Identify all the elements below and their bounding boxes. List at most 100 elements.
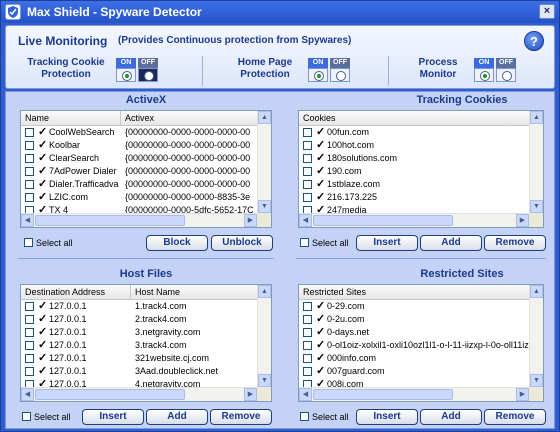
row-checkbox[interactable] <box>25 367 34 376</box>
list-item[interactable]: ✓Dialer.Trafficadvance {00000000-0000-000… <box>21 178 257 191</box>
column-name[interactable]: Name <box>21 111 121 126</box>
tracking-cookie-off-toggle[interactable]: OFF <box>138 58 158 82</box>
scroll-up-icon[interactable]: ▲ <box>258 285 271 298</box>
checkbox[interactable] <box>24 238 33 247</box>
restricted-select-all[interactable]: Select all <box>300 412 349 422</box>
row-checkbox[interactable] <box>303 180 312 189</box>
vertical-scrollbar[interactable]: ▲ ▼ <box>257 285 271 387</box>
list-item[interactable]: ✓ 000info.com <box>299 352 529 365</box>
horizontal-scrollbar[interactable]: ◀ ▶ <box>299 213 529 227</box>
list-item[interactable]: ✓ 008i.com <box>299 378 529 387</box>
list-item[interactable]: ✓ 7AdPower Dialer {00000000-0000-0000-0000… <box>21 165 257 178</box>
home-page-off-toggle[interactable]: OFF <box>330 58 350 82</box>
scroll-down-icon[interactable]: ▼ <box>258 200 271 213</box>
restricted-remove-button[interactable]: Remove <box>484 409 546 425</box>
block-button[interactable]: Block <box>146 235 208 251</box>
row-checkbox[interactable] <box>25 328 34 337</box>
scroll-thumb[interactable] <box>313 389 453 400</box>
scroll-down-icon[interactable]: ▼ <box>530 374 543 387</box>
scroll-right-icon[interactable]: ▶ <box>244 214 257 227</box>
list-item[interactable]: ✓ 100hot.com <box>299 139 529 152</box>
column-activex[interactable]: Activex <box>121 111 261 126</box>
row-checkbox[interactable] <box>303 302 312 311</box>
row-checkbox[interactable] <box>303 154 312 163</box>
column-destination[interactable]: Destination Address <box>21 285 131 300</box>
restricted-list[interactable]: Restricted Sites ✓ 0-29.com ✓ 0-2u.com ✓ 0-da… <box>298 284 544 402</box>
row-checkbox[interactable] <box>25 341 34 350</box>
list-item[interactable]: ✓ LZIC.com {00000000-0000-0000-8835-3e <box>21 191 257 204</box>
column-restricted[interactable]: Restricted Sites <box>299 285 531 300</box>
row-checkbox[interactable] <box>25 315 34 324</box>
row-checkbox[interactable] <box>303 341 312 350</box>
list-item[interactable]: ✓ ClearSearch {00000000-0000-0000-0000-00 <box>21 152 257 165</box>
cookies-select-all[interactable]: Select all <box>300 238 349 248</box>
list-item[interactable]: ✓ 127.0.0.1 3.track4.com <box>21 339 257 352</box>
row-checkbox[interactable] <box>25 354 34 363</box>
scroll-right-icon[interactable]: ▶ <box>516 214 529 227</box>
row-checkbox[interactable] <box>303 141 312 150</box>
hosts-select-all[interactable]: Select all <box>22 412 71 422</box>
list-item[interactable]: ✓ 127.0.0.1 4.netgravity.com <box>21 378 257 387</box>
row-checkbox[interactable] <box>25 128 34 137</box>
list-item[interactable]: ✓ 0-2u.com <box>299 313 529 326</box>
scroll-right-icon[interactable]: ▶ <box>244 388 257 401</box>
list-item[interactable]: ✓ 00fun.com <box>299 126 529 139</box>
list-item[interactable]: ✓ 127.0.0.1 1.track4.com <box>21 300 257 313</box>
row-checkbox[interactable] <box>25 180 34 189</box>
scroll-down-icon[interactable]: ▼ <box>258 374 271 387</box>
horizontal-scrollbar[interactable]: ◀ ▶ <box>299 387 529 401</box>
vertical-scrollbar[interactable]: ▲ ▼ <box>257 111 271 213</box>
cookies-add-button[interactable]: Add <box>420 235 482 251</box>
scroll-down-icon[interactable]: ▼ <box>530 200 543 213</box>
scroll-thumb[interactable] <box>35 389 185 400</box>
list-item[interactable]: ✓ 1stblaze.com <box>299 178 529 191</box>
list-item[interactable]: ✓ Koolbar {00000000-0000-0000-0000-00 <box>21 139 257 152</box>
activex-list[interactable]: Name Activex ✓ CoolWebSearch {00000000-000… <box>20 110 272 228</box>
row-checkbox[interactable] <box>25 141 34 150</box>
cookies-list[interactable]: Cookies ✓ 00fun.com ✓ 100hot.com ✓ 180solutio… <box>298 110 544 228</box>
row-checkbox[interactable] <box>303 193 312 202</box>
scroll-up-icon[interactable]: ▲ <box>530 111 543 124</box>
list-item[interactable]: ✓ 007guard.com <box>299 365 529 378</box>
column-host-name[interactable]: Host Name <box>131 285 259 300</box>
list-item[interactable]: ✓ 0-days.net <box>299 326 529 339</box>
hosts-add-button[interactable]: Add <box>146 409 208 425</box>
list-item[interactable]: ✓ 0-ol1oiz-xolxil1-oxli10ozl1l1-o-l-11-ii… <box>299 339 529 352</box>
scroll-left-icon[interactable]: ◀ <box>21 388 34 401</box>
scroll-up-icon[interactable]: ▲ <box>258 111 271 124</box>
row-checkbox[interactable] <box>303 328 312 337</box>
scroll-left-icon[interactable]: ◀ <box>299 214 312 227</box>
activex-select-all[interactable]: Select all <box>24 238 73 248</box>
hosts-list[interactable]: Destination Address Host Name ✓ 127.0.0.1… <box>20 284 272 402</box>
scroll-right-icon[interactable]: ▶ <box>516 388 529 401</box>
restricted-insert-button[interactable]: Insert <box>356 409 418 425</box>
process-on-toggle[interactable]: ON <box>474 58 494 82</box>
close-button[interactable]: × <box>539 4 555 19</box>
restricted-add-button[interactable]: Add <box>420 409 482 425</box>
row-checkbox[interactable] <box>25 154 34 163</box>
list-item[interactable]: ✓ 127.0.0.1 2.track4.com <box>21 313 257 326</box>
vertical-scrollbar[interactable]: ▲ ▼ <box>529 111 543 213</box>
row-checkbox[interactable] <box>303 128 312 137</box>
hosts-insert-button[interactable]: Insert <box>82 409 144 425</box>
row-checkbox[interactable] <box>25 193 34 202</box>
checkbox[interactable] <box>22 412 31 421</box>
list-item[interactable]: ✓ 216.173.225 <box>299 191 529 204</box>
row-checkbox[interactable] <box>25 302 34 311</box>
list-item[interactable]: ✓ TX 4 {00000000-0000-5dfc-5652-17C <box>21 204 257 213</box>
checkbox[interactable] <box>300 412 309 421</box>
horizontal-scrollbar[interactable]: ◀ ▶ <box>21 387 257 401</box>
scroll-up-icon[interactable]: ▲ <box>530 285 543 298</box>
row-checkbox[interactable] <box>303 206 312 213</box>
list-item[interactable]: ✓ 247media <box>299 204 529 213</box>
list-item[interactable]: ✓ 127.0.0.1 3Aad.doubleclick.net <box>21 365 257 378</box>
row-checkbox[interactable] <box>25 380 34 387</box>
process-off-toggle[interactable]: OFF <box>496 58 516 82</box>
scroll-left-icon[interactable]: ◀ <box>299 388 312 401</box>
cookies-insert-button[interactable]: Insert <box>356 235 418 251</box>
scroll-thumb[interactable] <box>313 215 453 226</box>
tracking-cookie-on-toggle[interactable]: ON <box>116 58 136 82</box>
row-checkbox[interactable] <box>303 167 312 176</box>
home-page-on-toggle[interactable]: ON <box>308 58 328 82</box>
row-checkbox[interactable] <box>303 367 312 376</box>
